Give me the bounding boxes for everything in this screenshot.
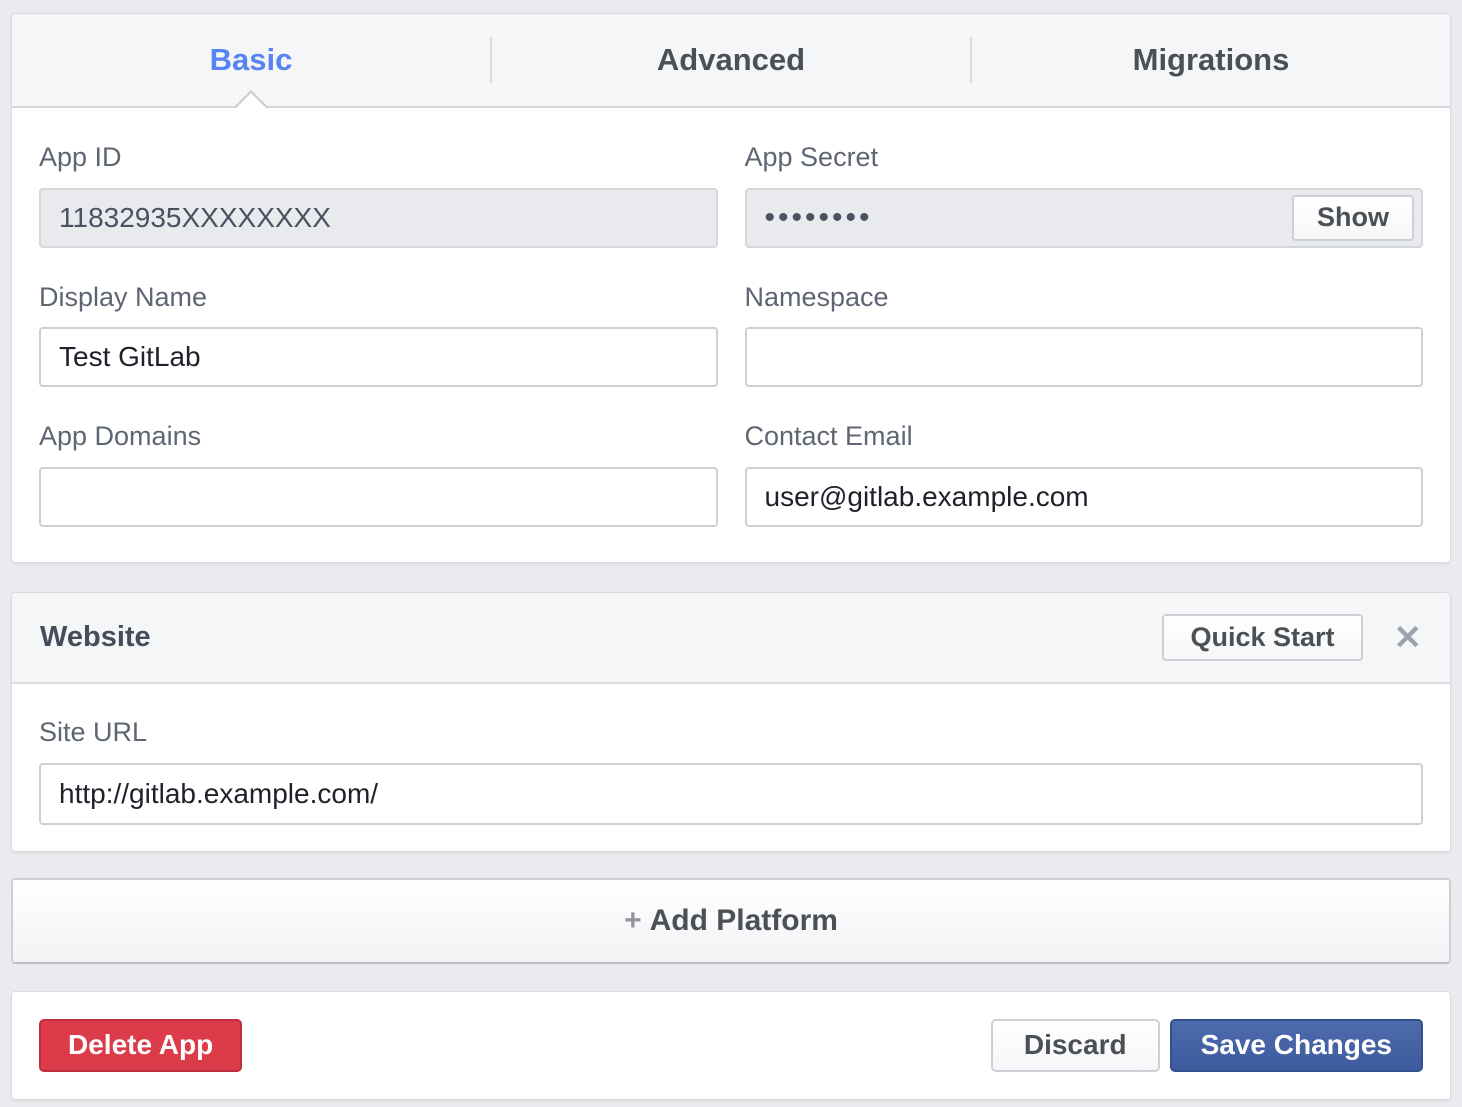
website-platform-card: Website Quick Start ✕ Site URL — [11, 592, 1451, 852]
contact-email-label: Contact Email — [745, 422, 1424, 452]
namespace-input[interactable] — [745, 327, 1424, 387]
plus-icon: + — [624, 904, 642, 937]
app-id-field-group: App ID — [39, 143, 718, 248]
tab-advanced-label: Advanced — [657, 42, 805, 78]
website-platform-body: Site URL — [12, 684, 1450, 851]
namespace-label: Namespace — [745, 283, 1424, 313]
site-url-field-group: Site URL — [39, 718, 1423, 825]
save-changes-button[interactable]: Save Changes — [1170, 1019, 1423, 1072]
footer-actions-card: Delete App Discard Save Changes — [11, 991, 1451, 1100]
quick-start-button[interactable]: Quick Start — [1162, 614, 1362, 661]
app-domains-label: App Domains — [39, 422, 718, 452]
tab-migrations-label: Migrations — [1133, 42, 1290, 78]
namespace-field-group: Namespace — [745, 283, 1424, 388]
basic-settings-card: Basic Advanced Migrations App ID App Sec… — [11, 13, 1451, 563]
display-name-label: Display Name — [39, 283, 718, 313]
tab-migrations[interactable]: Migrations — [972, 14, 1450, 106]
app-secret-input-wrap: Show — [745, 188, 1424, 248]
settings-tab-bar: Basic Advanced Migrations — [12, 14, 1450, 108]
app-secret-field-group: App Secret Show — [745, 143, 1424, 248]
app-id-label: App ID — [39, 143, 718, 173]
tab-basic-label: Basic — [210, 42, 293, 78]
app-id-input — [39, 188, 718, 248]
remove-platform-icon[interactable]: ✕ — [1394, 621, 1423, 655]
site-url-label: Site URL — [39, 718, 1423, 748]
site-url-input[interactable] — [39, 763, 1423, 825]
footer-right-actions: Discard Save Changes — [991, 1019, 1423, 1072]
delete-app-button[interactable]: Delete App — [39, 1019, 242, 1072]
show-secret-button[interactable]: Show — [1292, 195, 1414, 241]
app-domains-input[interactable] — [39, 467, 718, 527]
display-name-field-group: Display Name — [39, 283, 718, 388]
add-platform-button[interactable]: +Add Platform — [11, 878, 1451, 964]
basic-settings-form: App ID App Secret Show Display Name Name… — [12, 108, 1450, 562]
website-platform-header: Website Quick Start ✕ — [12, 593, 1450, 684]
app-settings-page: Basic Advanced Migrations App ID App Sec… — [0, 13, 1462, 1100]
tab-basic[interactable]: Basic — [12, 14, 490, 106]
add-platform-label: Add Platform — [650, 904, 838, 937]
contact-email-input[interactable] — [745, 467, 1424, 527]
website-platform-title: Website — [40, 621, 151, 654]
app-domains-field-group: App Domains — [39, 422, 718, 527]
contact-email-field-group: Contact Email — [745, 422, 1424, 527]
app-secret-label: App Secret — [745, 143, 1424, 173]
display-name-input[interactable] — [39, 327, 718, 387]
tab-advanced[interactable]: Advanced — [492, 14, 970, 106]
discard-button[interactable]: Discard — [991, 1019, 1160, 1072]
